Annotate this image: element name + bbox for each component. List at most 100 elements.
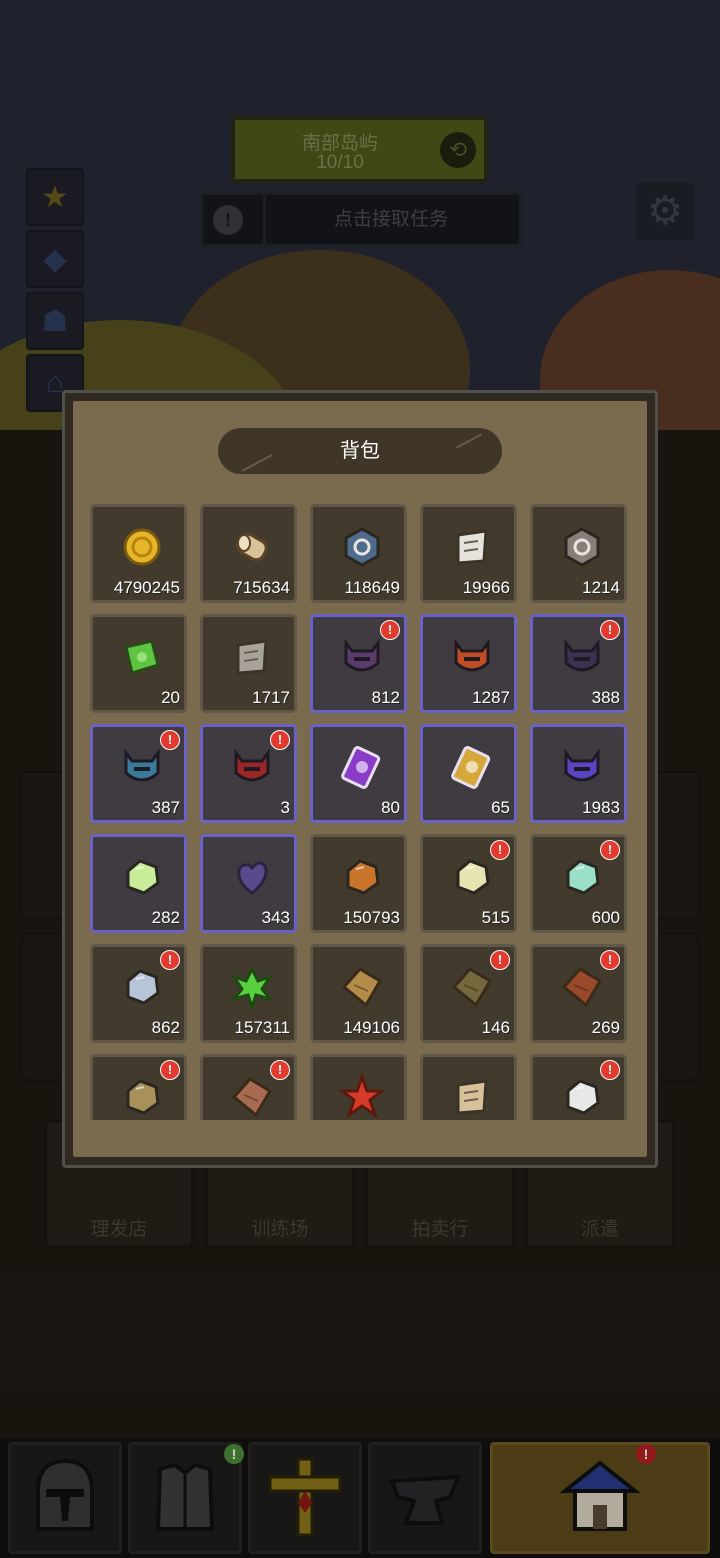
gold-coin-icon bbox=[118, 523, 166, 571]
bag-item-slot[interactable]: 118649 bbox=[310, 504, 407, 603]
orange-armor-icon bbox=[448, 633, 496, 681]
bag-item-slot[interactable]: 1717 bbox=[200, 614, 297, 713]
item-count: 812 bbox=[371, 688, 400, 707]
red-armor-icon bbox=[228, 743, 276, 791]
tan-leather-icon bbox=[338, 963, 386, 1011]
bag-item-slot[interactable]: 269! bbox=[530, 944, 627, 1043]
game-scene: 南部岛屿 10/10 ⟲ ! 点击接取任务 ⚙ ★ ◆ ☗ ⌂ 理发店 训练场 … bbox=[0, 0, 720, 1558]
bag-item-slot[interactable]: 343 bbox=[200, 834, 297, 933]
bag-item-slot[interactable]: ! bbox=[200, 1054, 297, 1120]
purple-card-icon bbox=[338, 743, 386, 791]
bag-grid[interactable]: 4790245 715634 118649 19966 1214 20 1717 812! 12… bbox=[88, 502, 634, 1120]
bag-item-slot[interactable]: 282 bbox=[90, 834, 187, 933]
red-leather-icon bbox=[558, 963, 606, 1011]
bag-item-slot[interactable]: 812! bbox=[310, 614, 407, 713]
bag-item-slot[interactable]: 388! bbox=[530, 614, 627, 713]
red-star-ore-icon bbox=[337, 1072, 387, 1120]
item-count: 387 bbox=[151, 798, 180, 817]
bag-item-slot[interactable] bbox=[310, 1054, 407, 1120]
bag-item-slot[interactable]: 65 bbox=[420, 724, 517, 823]
purple-armor-icon bbox=[338, 633, 386, 681]
purple-horn-helmet-icon bbox=[558, 743, 606, 791]
item-count: 862 bbox=[151, 1018, 180, 1037]
item-count: 80 bbox=[381, 798, 400, 817]
bag-item-slot[interactable]: 80 bbox=[310, 724, 407, 823]
cloth-icon bbox=[448, 1073, 496, 1120]
item-count: 20 bbox=[161, 688, 180, 707]
item-count: 149106 bbox=[343, 1018, 400, 1037]
bag-item-slot[interactable]: 387! bbox=[90, 724, 187, 823]
new-alert-badge-icon: ! bbox=[600, 950, 620, 970]
item-count: 157311 bbox=[234, 1018, 290, 1037]
bag-item-slot[interactable] bbox=[420, 1054, 517, 1120]
new-alert-badge-icon: ! bbox=[600, 840, 620, 860]
item-count: 600 bbox=[591, 908, 620, 927]
silver-ore-icon bbox=[118, 963, 166, 1011]
green-ticket-icon bbox=[118, 633, 166, 681]
new-alert-badge-icon: ! bbox=[160, 950, 180, 970]
bag-item-slot[interactable]: 862! bbox=[90, 944, 187, 1043]
bag-item-slot[interactable]: ! bbox=[90, 1054, 187, 1120]
item-count: 19966 bbox=[462, 578, 510, 597]
bag-item-slot[interactable]: 3! bbox=[200, 724, 297, 823]
dark-helmet-icon bbox=[558, 633, 606, 681]
bag-item-slot[interactable]: 19966 bbox=[420, 504, 517, 603]
purple-heart-icon bbox=[228, 853, 276, 901]
item-count: 515 bbox=[481, 908, 510, 927]
item-count: 3 bbox=[280, 798, 290, 817]
new-alert-badge-icon: ! bbox=[270, 730, 290, 750]
new-alert-badge-icon: ! bbox=[490, 950, 510, 970]
item-count: 1983 bbox=[582, 798, 620, 817]
teal-crystal-icon bbox=[558, 853, 606, 901]
item-count: 388 bbox=[591, 688, 620, 707]
item-count: 150793 bbox=[343, 908, 400, 927]
bag-title: 背包 bbox=[218, 428, 502, 474]
olive-leather-icon bbox=[448, 963, 496, 1011]
bag-item-slot[interactable]: 1287 bbox=[420, 614, 517, 713]
white-ore-icon bbox=[558, 1073, 606, 1120]
blue-gear-stone-icon bbox=[338, 523, 386, 571]
pale-ore-icon bbox=[448, 853, 496, 901]
item-count: 1287 bbox=[472, 688, 510, 707]
brick-icon bbox=[228, 1073, 276, 1120]
bag-item-slot[interactable]: 1983 bbox=[530, 724, 627, 823]
item-count: 715634 bbox=[233, 578, 290, 597]
blueprint-icon bbox=[228, 633, 276, 681]
bag-item-slot[interactable]: 715634 bbox=[200, 504, 297, 603]
green-leaf-icon bbox=[228, 963, 276, 1012]
scroll-icon bbox=[448, 523, 496, 571]
bag-item-slot[interactable]: ! bbox=[530, 1054, 627, 1120]
item-count: 65 bbox=[491, 798, 510, 817]
light-green-gem-icon bbox=[118, 853, 166, 901]
new-alert-badge-icon: ! bbox=[160, 1060, 180, 1080]
item-count: 4790245 bbox=[113, 578, 180, 597]
wood-log-icon bbox=[228, 523, 276, 571]
item-count: 269 bbox=[591, 1018, 620, 1037]
new-alert-badge-icon: ! bbox=[600, 620, 620, 640]
new-alert-badge-icon: ! bbox=[600, 1060, 620, 1080]
item-count: 146 bbox=[481, 1018, 510, 1037]
item-count: 282 bbox=[151, 908, 180, 927]
gold-card-icon bbox=[448, 743, 496, 791]
new-alert-badge-icon: ! bbox=[270, 1060, 290, 1080]
bag-item-slot[interactable]: 600! bbox=[530, 834, 627, 933]
bag-item-slot[interactable]: 20 bbox=[90, 614, 187, 713]
bag-item-slot[interactable]: 150793 bbox=[310, 834, 407, 933]
bag-item-slot[interactable]: 157311 bbox=[200, 944, 297, 1043]
item-count: 1717 bbox=[252, 688, 290, 707]
orange-ore-icon bbox=[338, 853, 386, 901]
stone-rune-icon bbox=[558, 523, 606, 571]
new-alert-badge-icon: ! bbox=[380, 620, 400, 640]
bag-item-slot[interactable]: 146! bbox=[420, 944, 517, 1043]
blue-helmet-icon bbox=[118, 743, 166, 791]
sand-ore-icon bbox=[118, 1073, 166, 1120]
new-alert-badge-icon: ! bbox=[490, 840, 510, 860]
item-count: 343 bbox=[261, 908, 290, 927]
new-alert-badge-icon: ! bbox=[160, 730, 180, 750]
item-count: 1214 bbox=[582, 578, 620, 597]
bag-item-slot[interactable]: 1214 bbox=[530, 504, 627, 603]
bag-item-slot[interactable]: 4790245 bbox=[90, 504, 187, 603]
item-count: 118649 bbox=[344, 578, 400, 597]
bag-item-slot[interactable]: 149106 bbox=[310, 944, 407, 1043]
bag-item-slot[interactable]: 515! bbox=[420, 834, 517, 933]
